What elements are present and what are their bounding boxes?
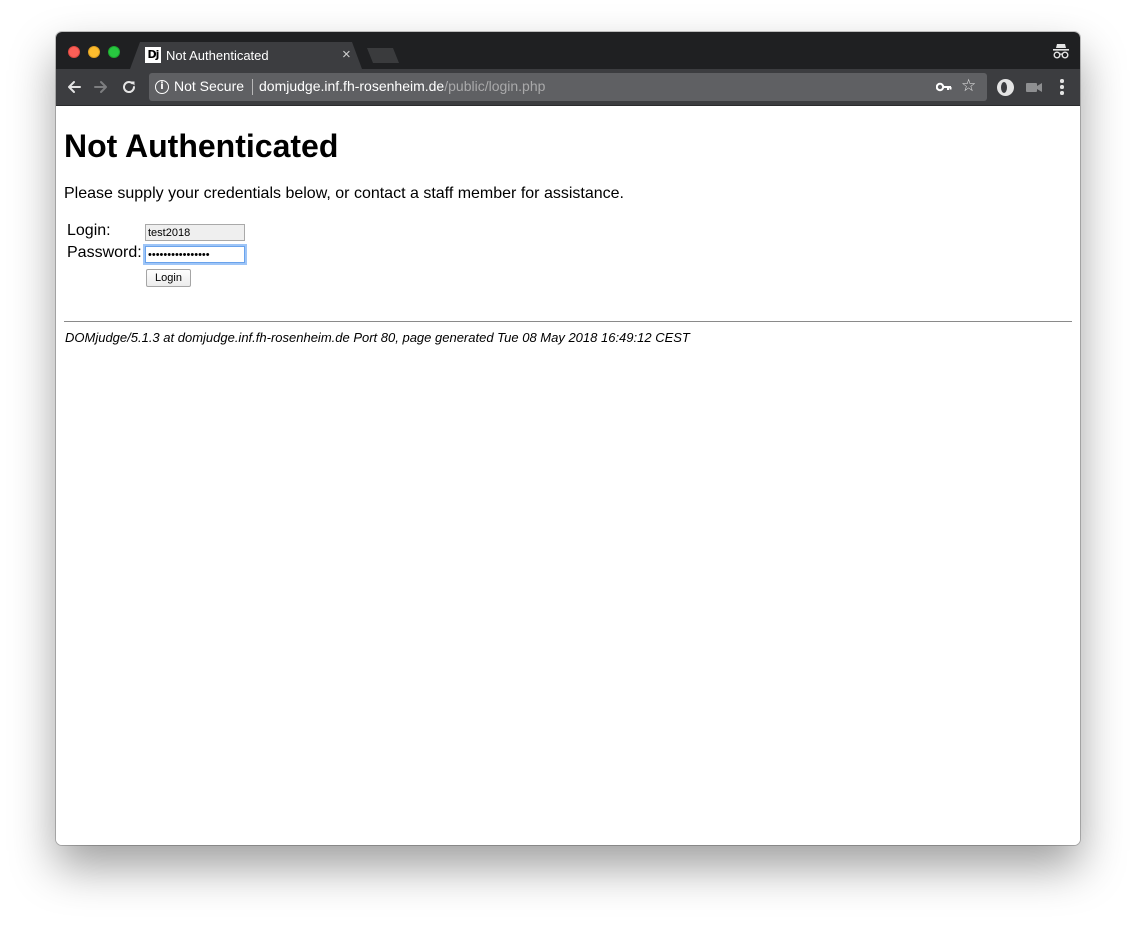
extension-icon[interactable]	[997, 79, 1014, 96]
close-window-button[interactable]	[68, 46, 80, 58]
tab-close-icon[interactable]: ×	[342, 46, 351, 64]
tab-title: Not Authenticated	[166, 48, 269, 63]
address-bar[interactable]: i Not Secure domjudge.inf.fh-rosenheim.d…	[149, 73, 987, 101]
forward-arrow-icon[interactable]	[92, 78, 110, 96]
intro-text: Please supply your credentials below, or…	[64, 185, 624, 202]
login-input[interactable]	[145, 224, 245, 241]
url-path: /public/login.php	[444, 78, 546, 94]
cast-icon[interactable]	[1026, 83, 1042, 92]
domjudge-favicon-icon: Dj	[145, 47, 161, 63]
login-label: Login:	[67, 222, 111, 239]
login-button[interactable]: Login	[146, 269, 191, 287]
reload-icon[interactable]	[120, 78, 138, 96]
tab-strip: Dj Not Authenticated ×	[56, 32, 1080, 69]
password-label: Password:	[67, 244, 142, 261]
browser-toolbar: i Not Secure domjudge.inf.fh-rosenheim.d…	[56, 69, 1080, 106]
footer-text: DOMjudge/5.1.3 at domjudge.inf.fh-rosenh…	[65, 330, 690, 345]
info-icon[interactable]: i	[155, 80, 169, 94]
menu-icon[interactable]	[1057, 78, 1067, 96]
star-icon[interactable]: ☆	[961, 76, 976, 96]
url-text[interactable]: domjudge.inf.fh-rosenheim.de/public/logi…	[259, 78, 545, 94]
minimize-window-button[interactable]	[88, 46, 100, 58]
tab-not-authenticated[interactable]: Dj Not Authenticated ×	[130, 42, 362, 69]
page-content: Not Authenticated Please supply your cre…	[56, 106, 1080, 845]
back-arrow-icon[interactable]	[65, 78, 83, 96]
new-tab-button[interactable]	[367, 48, 399, 63]
footer-divider	[64, 321, 1072, 322]
url-host: domjudge.inf.fh-rosenheim.de	[259, 78, 445, 94]
security-indicator[interactable]: Not Secure	[174, 78, 244, 94]
incognito-icon	[1053, 44, 1069, 59]
maximize-window-button[interactable]	[108, 46, 120, 58]
page-title: Not Authenticated	[64, 128, 339, 164]
password-input[interactable]	[145, 246, 245, 263]
browser-window: Dj Not Authenticated × i Not Secure domj…	[56, 32, 1080, 845]
key-icon[interactable]	[936, 80, 952, 94]
omnibox-separator	[252, 79, 253, 95]
